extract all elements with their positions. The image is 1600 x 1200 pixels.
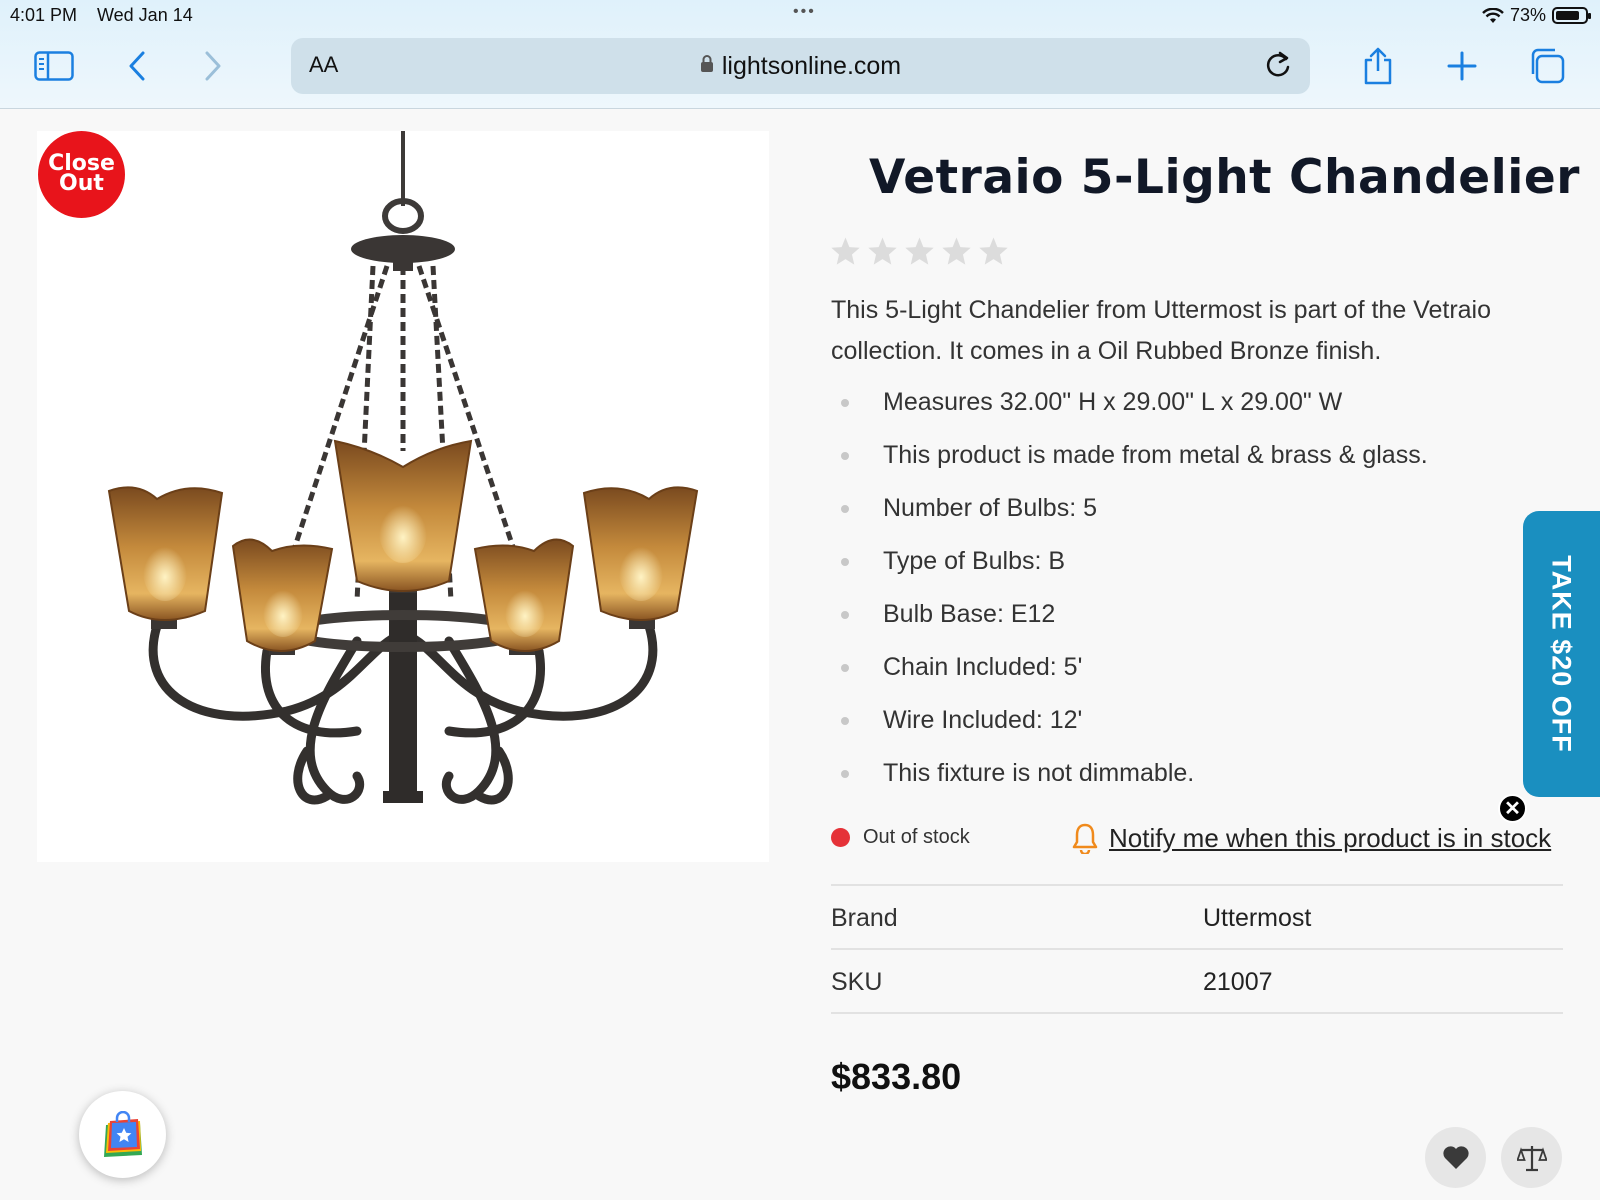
star-icon <box>979 237 1008 265</box>
spec-value: 21007 <box>1203 968 1273 996</box>
url-display[interactable]: lightsonline.com <box>291 51 1310 81</box>
bullet-icon <box>841 451 849 460</box>
browser-toolbar: AA lightsonline.com <box>0 36 1600 94</box>
address-bar[interactable]: AA lightsonline.com <box>291 38 1310 94</box>
product-description: This 5-Light Chandelier from Uttermost i… <box>831 296 1492 365</box>
bullet-icon <box>841 716 849 725</box>
spec-row-brand: Brand Uttermost <box>831 884 1563 948</box>
product-price: $833.80 <box>831 1056 962 1097</box>
star-icon <box>831 237 860 265</box>
back-icon[interactable] <box>115 44 159 88</box>
feature-text: Type of Bulbs: B <box>883 547 1066 575</box>
feature-item: Bulb Base: E12 <box>841 588 1428 641</box>
spec-label: SKU <box>831 968 883 996</box>
feature-text: This product is made from metal & brass … <box>883 441 1428 469</box>
compare-button[interactable] <box>1501 1127 1562 1188</box>
battery-percent: 73% <box>1509 5 1546 25</box>
spec-divider <box>831 1012 1563 1014</box>
star-icon <box>942 237 971 265</box>
star-icon <box>868 237 897 265</box>
rating-stars[interactable] <box>830 236 1009 266</box>
out-of-stock-dot-icon <box>831 828 850 847</box>
feature-item: Measures 32.00" H x 29.00" L x 29.00" W <box>841 376 1428 429</box>
bell-icon <box>1072 823 1098 854</box>
battery-icon <box>1552 7 1591 24</box>
reload-icon[interactable] <box>1264 50 1292 85</box>
multitask-dots-icon[interactable]: ••• <box>793 3 816 21</box>
feature-text: Measures 32.00" H x 29.00" L x 29.00" W <box>883 388 1343 416</box>
promo-side-tab[interactable]: TAKE $20 OFF <box>1523 511 1600 797</box>
spec-row-sku: SKU 21007 <box>831 948 1563 1012</box>
spec-label: Brand <box>831 904 898 932</box>
feature-text: This fixture is not dimmable. <box>883 759 1195 787</box>
bullet-icon <box>841 504 849 513</box>
feature-text: Number of Bulbs: 5 <box>883 494 1097 522</box>
tabs-overview-icon[interactable] <box>1525 44 1569 88</box>
feature-item: Type of Bulbs: B <box>841 535 1428 588</box>
feature-list: Measures 32.00" H x 29.00" L x 29.00" W … <box>841 376 1428 800</box>
spec-value: Uttermost <box>1203 904 1312 932</box>
feature-item: Number of Bulbs: 5 <box>841 482 1428 535</box>
feature-text: Bulb Base: E12 <box>883 600 1056 628</box>
status-right: 73% <box>1482 5 1591 26</box>
chandelier-image <box>107 131 699 805</box>
sidebar-toggle-icon[interactable] <box>32 44 76 88</box>
forward-icon[interactable] <box>191 44 235 88</box>
product-image[interactable] <box>37 131 769 862</box>
notify-me-link[interactable]: Notify me when this product is in stock <box>1071 822 1551 854</box>
share-icon[interactable] <box>1356 44 1400 88</box>
feature-item: Chain Included: 5' <box>841 641 1428 694</box>
star-icon <box>905 237 934 265</box>
lock-icon <box>700 51 714 80</box>
feature-item: This product is made from metal & brass … <box>841 429 1428 482</box>
bullet-icon <box>841 398 849 407</box>
shopping-bag-button[interactable] <box>79 1091 166 1178</box>
promo-label: TAKE $20 OFF <box>1546 555 1577 753</box>
feature-text: Chain Included: 5' <box>883 653 1083 681</box>
notify-me-text: Notify me when this product is in stock <box>1109 822 1552 853</box>
wifi-icon <box>1482 7 1504 23</box>
close-icon[interactable]: ✕ <box>1498 794 1527 823</box>
feature-item: This fixture is not dimmable. <box>841 747 1428 800</box>
bullet-icon <box>841 557 849 566</box>
url-text: lightsonline.com <box>721 52 902 80</box>
status-time: 4:01 PM <box>10 5 78 25</box>
stock-status: Out of stock <box>831 826 970 849</box>
wishlist-button[interactable] <box>1425 1127 1486 1188</box>
scale-icon <box>1516 1145 1547 1171</box>
feature-item: Wire Included: 12' <box>841 694 1428 747</box>
new-tab-icon[interactable] <box>1440 44 1484 88</box>
closeout-line2: Out <box>59 171 104 196</box>
stock-status-text: Out of stock <box>863 826 970 848</box>
feature-text: Wire Included: 12' <box>883 706 1083 734</box>
bullet-icon <box>841 663 849 672</box>
product-title: Vetraio 5-Light Chandelier <box>869 150 1580 205</box>
shopping-bag-icon <box>103 1110 142 1157</box>
closeout-badge: Close Out <box>38 131 125 218</box>
status-bar: 4:01 PM Wed Jan 14 ••• 73% <box>10 3 1591 27</box>
bullet-icon <box>841 769 849 778</box>
browser-chrome: 4:01 PM Wed Jan 14 ••• 73% AA lightsonli… <box>0 0 1600 109</box>
status-date: Wed Jan 14 <box>97 5 193 25</box>
heart-icon <box>1442 1146 1469 1169</box>
bullet-icon <box>841 610 849 619</box>
